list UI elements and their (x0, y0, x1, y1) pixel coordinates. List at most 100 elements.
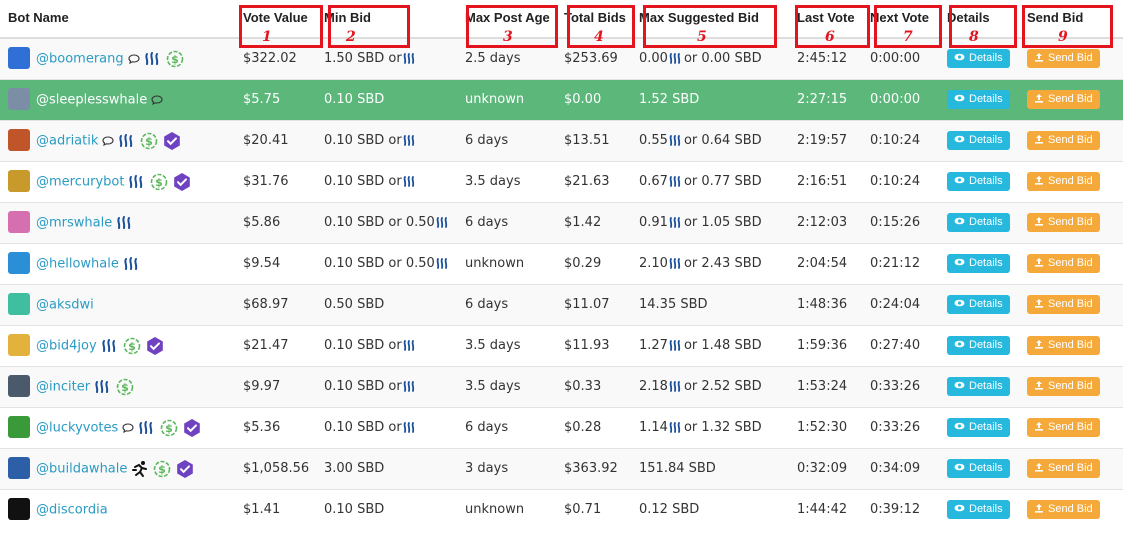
max-bid-secondary: or 2.43 SBD (683, 256, 762, 271)
bot-name-link[interactable]: @mercurybot (36, 174, 124, 189)
table-row: @adriatik $ $20.41 0.10 SBD or 6 days $13.51 0… (0, 119, 1123, 161)
steem-icon (95, 379, 109, 393)
send-bid-button-label: Send Bid (1048, 421, 1093, 433)
vote-value-cell: $322.02 (235, 37, 316, 79)
bot-avatar (8, 46, 30, 69)
details-button-label: Details (969, 503, 1003, 516)
send-bid-button[interactable]: Send Bid (1027, 213, 1100, 232)
min-bid-text: 0.10 SBD or (324, 379, 402, 394)
details-button[interactable]: Details (947, 377, 1010, 396)
upload-icon (1035, 381, 1043, 390)
max-suggested-bid-cell: 2.10 or 2.43 SBD (631, 242, 789, 284)
details-button[interactable]: Details (947, 459, 1010, 478)
send-bid-button[interactable]: Send Bid (1027, 90, 1100, 109)
max-bid-secondary: or 1.48 SBD (683, 338, 762, 353)
max-bid-primary: 0.67 (639, 174, 668, 189)
annotation-number-6: 6 (825, 29, 835, 45)
details-button[interactable]: Details (947, 500, 1010, 520)
details-button[interactable]: Details (947, 49, 1010, 69)
details-button[interactable]: Details (947, 336, 1010, 355)
max-bid-primary: 2.18 (639, 379, 668, 394)
last-vote-cell: 1:44:42 (789, 488, 862, 530)
send-bid-cell: Send Bid (1019, 37, 1123, 79)
col-header-next-vote[interactable]: Next Vote (862, 0, 939, 39)
table-body: @boomerang $ $322.02 1.50 SBD or 2.5 days $25… (0, 37, 1123, 530)
send-bid-button[interactable]: Send Bid (1027, 336, 1100, 355)
dollar-refund-icon: $ (166, 50, 183, 68)
col-header-bot-name[interactable]: Bot Name (0, 0, 235, 39)
send-bid-button[interactable]: Send Bid (1027, 459, 1100, 478)
col-label: Details (947, 10, 990, 25)
send-bid-button-label: Send Bid (1048, 216, 1093, 228)
bot-name-link[interactable]: @adriatik (36, 133, 98, 148)
send-bid-button[interactable]: Send Bid (1027, 172, 1100, 191)
details-button[interactable]: Details (947, 295, 1010, 314)
bot-name-link[interactable]: @luckyvotes (36, 420, 118, 435)
last-vote-cell: 2:04:54 (789, 242, 862, 284)
bot-name-link[interactable]: @hellowhale (36, 256, 119, 271)
send-bid-cell: Send Bid (1019, 283, 1123, 325)
bot-avatar (8, 292, 30, 315)
table-row: @hellowhale $9.54 0.10 SBD or 0.50 unknown $… (0, 242, 1123, 284)
col-header-vote-value[interactable]: Vote Value (235, 0, 316, 39)
max-post-age-cell: 3.5 days (457, 365, 556, 407)
max-bid-primary: 0.91 (639, 215, 668, 230)
max-post-age-cell: 6 days (457, 406, 556, 448)
vote-value-cell: $5.36 (235, 406, 316, 448)
details-button-label: Details (969, 52, 1003, 65)
bot-name-cell: @aksdwi (0, 283, 235, 325)
details-button[interactable]: Details (947, 213, 1010, 232)
svg-text:$: $ (156, 176, 164, 189)
details-cell: Details (939, 160, 1019, 202)
send-bid-cell: Send Bid (1019, 365, 1123, 407)
upload-icon (1035, 135, 1043, 144)
bot-name-link[interactable]: @discordia (36, 502, 108, 517)
send-bid-button[interactable]: Send Bid (1027, 131, 1100, 150)
details-button[interactable]: Details (947, 418, 1010, 437)
details-button[interactable]: Details (947, 172, 1010, 191)
table-header-row: Bot Name Vote Value Min Bid Max Post Age… (0, 0, 1123, 39)
details-button[interactable]: Details (947, 131, 1010, 150)
steem-icon (403, 421, 414, 433)
bot-name-link[interactable]: @inciter (36, 379, 90, 394)
next-vote-cell: 0:27:40 (862, 324, 939, 366)
details-button[interactable]: Details (947, 254, 1010, 273)
steem-icon (117, 215, 131, 229)
steem-icon (139, 420, 153, 434)
vote-value-cell: $1.41 (235, 488, 316, 530)
max-bid-secondary: or 1.32 SBD (683, 420, 762, 435)
min-bid-text: 0.10 SBD or (324, 420, 402, 435)
send-bid-button[interactable]: Send Bid (1027, 500, 1100, 520)
col-label: Vote Value (243, 10, 308, 25)
bot-name-cell: @inciter $ (0, 365, 235, 407)
col-header-max-suggested-bid[interactable]: Max Suggested Bid (631, 0, 789, 39)
min-bid-text: 3.00 SBD (324, 461, 385, 476)
min-bid-text: 0.10 SBD (324, 92, 385, 107)
bot-name-link[interactable]: @buildawhale (36, 461, 127, 476)
col-label: Next Vote (870, 10, 929, 25)
details-cell: Details (939, 488, 1019, 530)
table-row: @mercurybot $ $31.76 0.10 SBD or 3.5 days $21… (0, 160, 1123, 202)
min-bid-text: 0.10 SBD or (324, 133, 402, 148)
annotation-number-5: 5 (697, 29, 707, 45)
max-bid-primary: 2.10 (639, 256, 668, 271)
total-bids-cell: $11.93 (556, 324, 631, 366)
upload-icon (1035, 504, 1043, 513)
send-bid-button[interactable]: Send Bid (1027, 49, 1100, 69)
send-bid-button[interactable]: Send Bid (1027, 254, 1100, 273)
details-button-label: Details (969, 134, 1003, 146)
send-bid-button[interactable]: Send Bid (1027, 377, 1100, 396)
send-bid-button[interactable]: Send Bid (1027, 418, 1100, 437)
bot-name-link[interactable]: @sleeplesswhale (36, 92, 147, 107)
bot-name-link[interactable]: @mrswhale (36, 215, 112, 230)
bot-name-cell: @boomerang $ (0, 37, 235, 79)
bot-name-link[interactable]: @bid4joy (36, 338, 97, 353)
bot-name-link[interactable]: @aksdwi (36, 297, 94, 312)
col-label: Total Bids (564, 10, 626, 25)
bot-name-link[interactable]: @boomerang (36, 51, 124, 66)
details-cell: Details (939, 242, 1019, 284)
col-header-min-bid[interactable]: Min Bid (316, 0, 457, 39)
details-button[interactable]: Details (947, 90, 1010, 109)
vote-value-cell: $68.97 (235, 283, 316, 325)
send-bid-button[interactable]: Send Bid (1027, 295, 1100, 314)
